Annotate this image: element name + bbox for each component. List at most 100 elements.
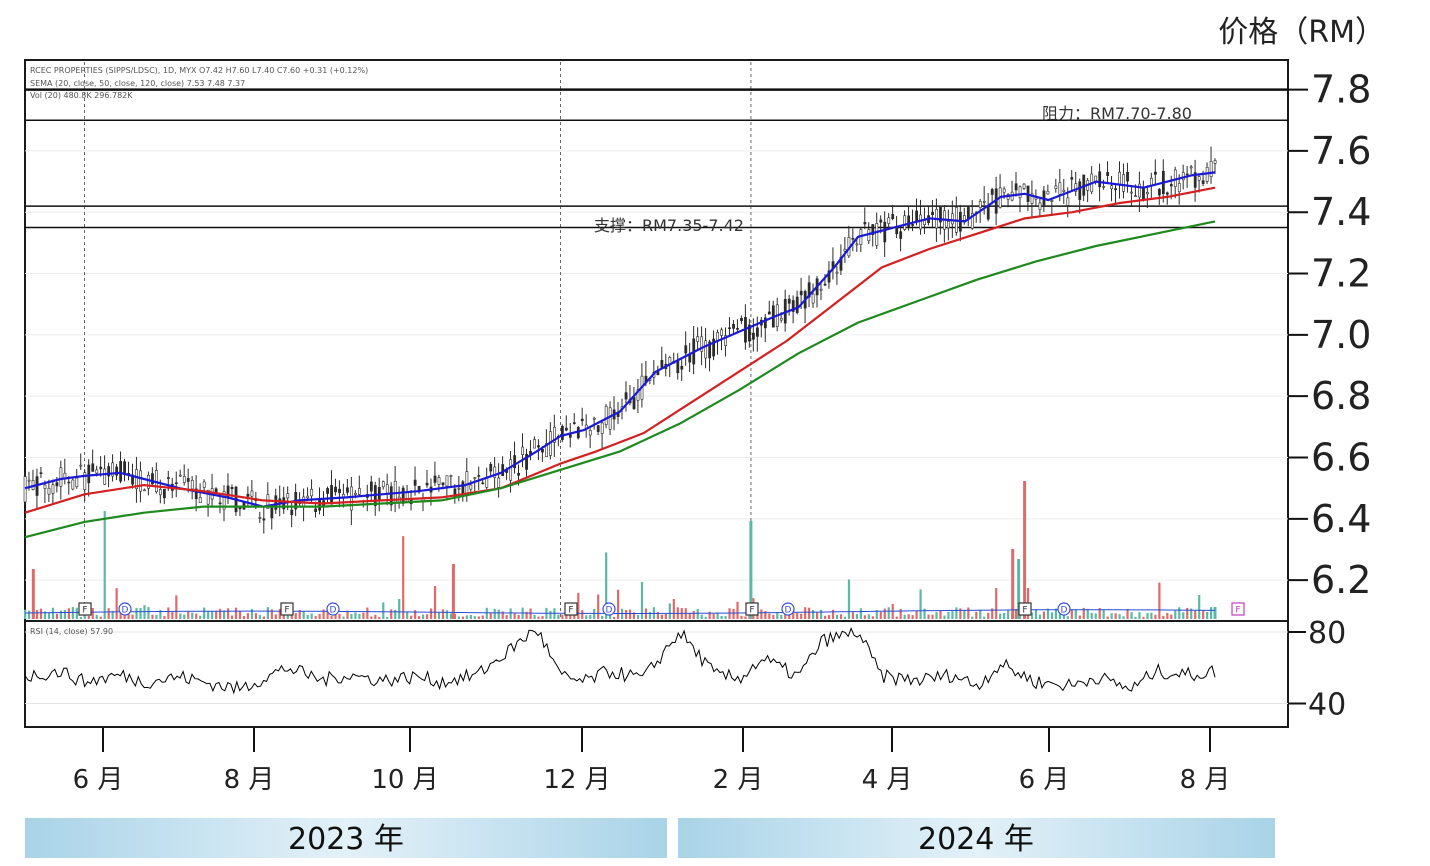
volume-bar — [55, 613, 59, 619]
volume-bar — [1138, 612, 1141, 619]
volume-bar — [975, 611, 978, 619]
candle-body — [1177, 182, 1181, 193]
volume-bar — [947, 611, 950, 619]
candle-body — [1046, 190, 1050, 195]
volume-bar — [429, 608, 433, 619]
volume-bar — [131, 614, 134, 619]
month-tick-label: 2 月 — [713, 765, 764, 795]
candle-body — [330, 485, 333, 505]
volume-spike — [1023, 481, 1027, 619]
candle-body — [334, 486, 337, 493]
volume-bar — [517, 614, 520, 619]
volume-bar — [660, 614, 663, 619]
volume-bar — [410, 615, 413, 619]
volume-bar — [943, 615, 946, 619]
volume-bar — [871, 616, 874, 619]
volume-bar — [378, 616, 381, 619]
candle-body — [143, 489, 146, 492]
volume-bar — [103, 510, 106, 619]
event-marker: F — [745, 602, 759, 616]
volume-bar — [776, 612, 779, 619]
candle-body — [270, 506, 274, 519]
candle-body — [1201, 180, 1205, 184]
volume-bar — [505, 615, 508, 619]
volume-bar — [700, 614, 703, 619]
volume-bar — [151, 614, 154, 619]
candle-body — [823, 283, 827, 286]
volume-bar — [1134, 616, 1137, 619]
event-marker-label: D — [1061, 606, 1068, 616]
volume-bar — [863, 615, 866, 619]
candle-body — [445, 475, 449, 487]
candle-body — [186, 478, 190, 482]
volume-bar — [199, 615, 202, 619]
candle-body — [258, 517, 262, 519]
candle-body — [103, 468, 107, 485]
volume-spike — [451, 564, 455, 619]
volume-bar — [529, 608, 532, 619]
candle-body — [477, 475, 481, 477]
candle-body — [59, 467, 63, 487]
volume-bar — [24, 609, 27, 619]
volume-bar — [1086, 608, 1089, 619]
candle-body — [1106, 172, 1110, 176]
volume-bar — [887, 607, 890, 619]
price-tick-label: 7.4 — [1311, 190, 1371, 234]
price-tick-label: 6.2 — [1311, 558, 1371, 602]
volume-bar — [437, 612, 441, 619]
event-marker: D — [781, 602, 795, 616]
price-panel-frame — [24, 59, 1289, 622]
candle-body — [354, 492, 357, 495]
price-tick-label: 7.2 — [1311, 252, 1371, 296]
candle-body — [95, 469, 99, 474]
candle-body — [533, 439, 536, 449]
candle-body — [385, 484, 389, 494]
candle-body — [509, 459, 513, 481]
candle-body — [1146, 191, 1149, 195]
candle-body — [1126, 171, 1129, 182]
volume-bar — [99, 616, 102, 619]
candle-body — [811, 293, 815, 304]
volume-bar — [1042, 611, 1046, 619]
candle-body — [1118, 171, 1121, 185]
volume-bar — [589, 614, 592, 619]
volume-bar — [1186, 607, 1189, 619]
volume-bar — [421, 614, 425, 619]
info-line-2: SEMA (20, close, 50, close, 120, close) … — [30, 79, 245, 88]
candle-body — [1038, 202, 1042, 210]
volume-bar — [473, 616, 476, 619]
candle-body — [990, 189, 994, 195]
volume-bar — [851, 612, 855, 619]
volume-bar — [927, 614, 930, 619]
candle-body — [457, 487, 461, 490]
volume-bar — [879, 612, 882, 619]
candle-body — [162, 489, 166, 499]
candle-body — [962, 215, 966, 221]
candle-body — [67, 481, 71, 484]
month-tick-label: 12 月 — [543, 765, 610, 795]
candle-body — [1110, 185, 1114, 190]
candle-body — [1134, 195, 1137, 197]
volume-bar — [549, 610, 552, 619]
volume-bar — [951, 611, 954, 619]
volume-bar — [1106, 616, 1109, 619]
candle-body — [632, 396, 636, 410]
volume-bar — [123, 615, 126, 619]
event-marker: D — [118, 602, 132, 616]
candle-body — [425, 482, 429, 486]
event-marker: F — [78, 602, 92, 616]
volume-bar — [1126, 608, 1129, 619]
volume-bar — [1078, 615, 1081, 619]
volume-bar — [67, 608, 70, 619]
candle-body — [1157, 189, 1161, 196]
candle-body — [326, 488, 329, 494]
volume-bar — [812, 610, 815, 619]
candle-body — [1066, 197, 1070, 206]
rsi-line-path — [24, 627, 1216, 695]
volume-bar — [772, 614, 775, 619]
volume-bar — [441, 609, 445, 619]
volume-bar — [624, 609, 628, 619]
volume-bar — [167, 607, 170, 619]
candle-body — [198, 497, 202, 504]
volume-bar — [664, 613, 667, 619]
